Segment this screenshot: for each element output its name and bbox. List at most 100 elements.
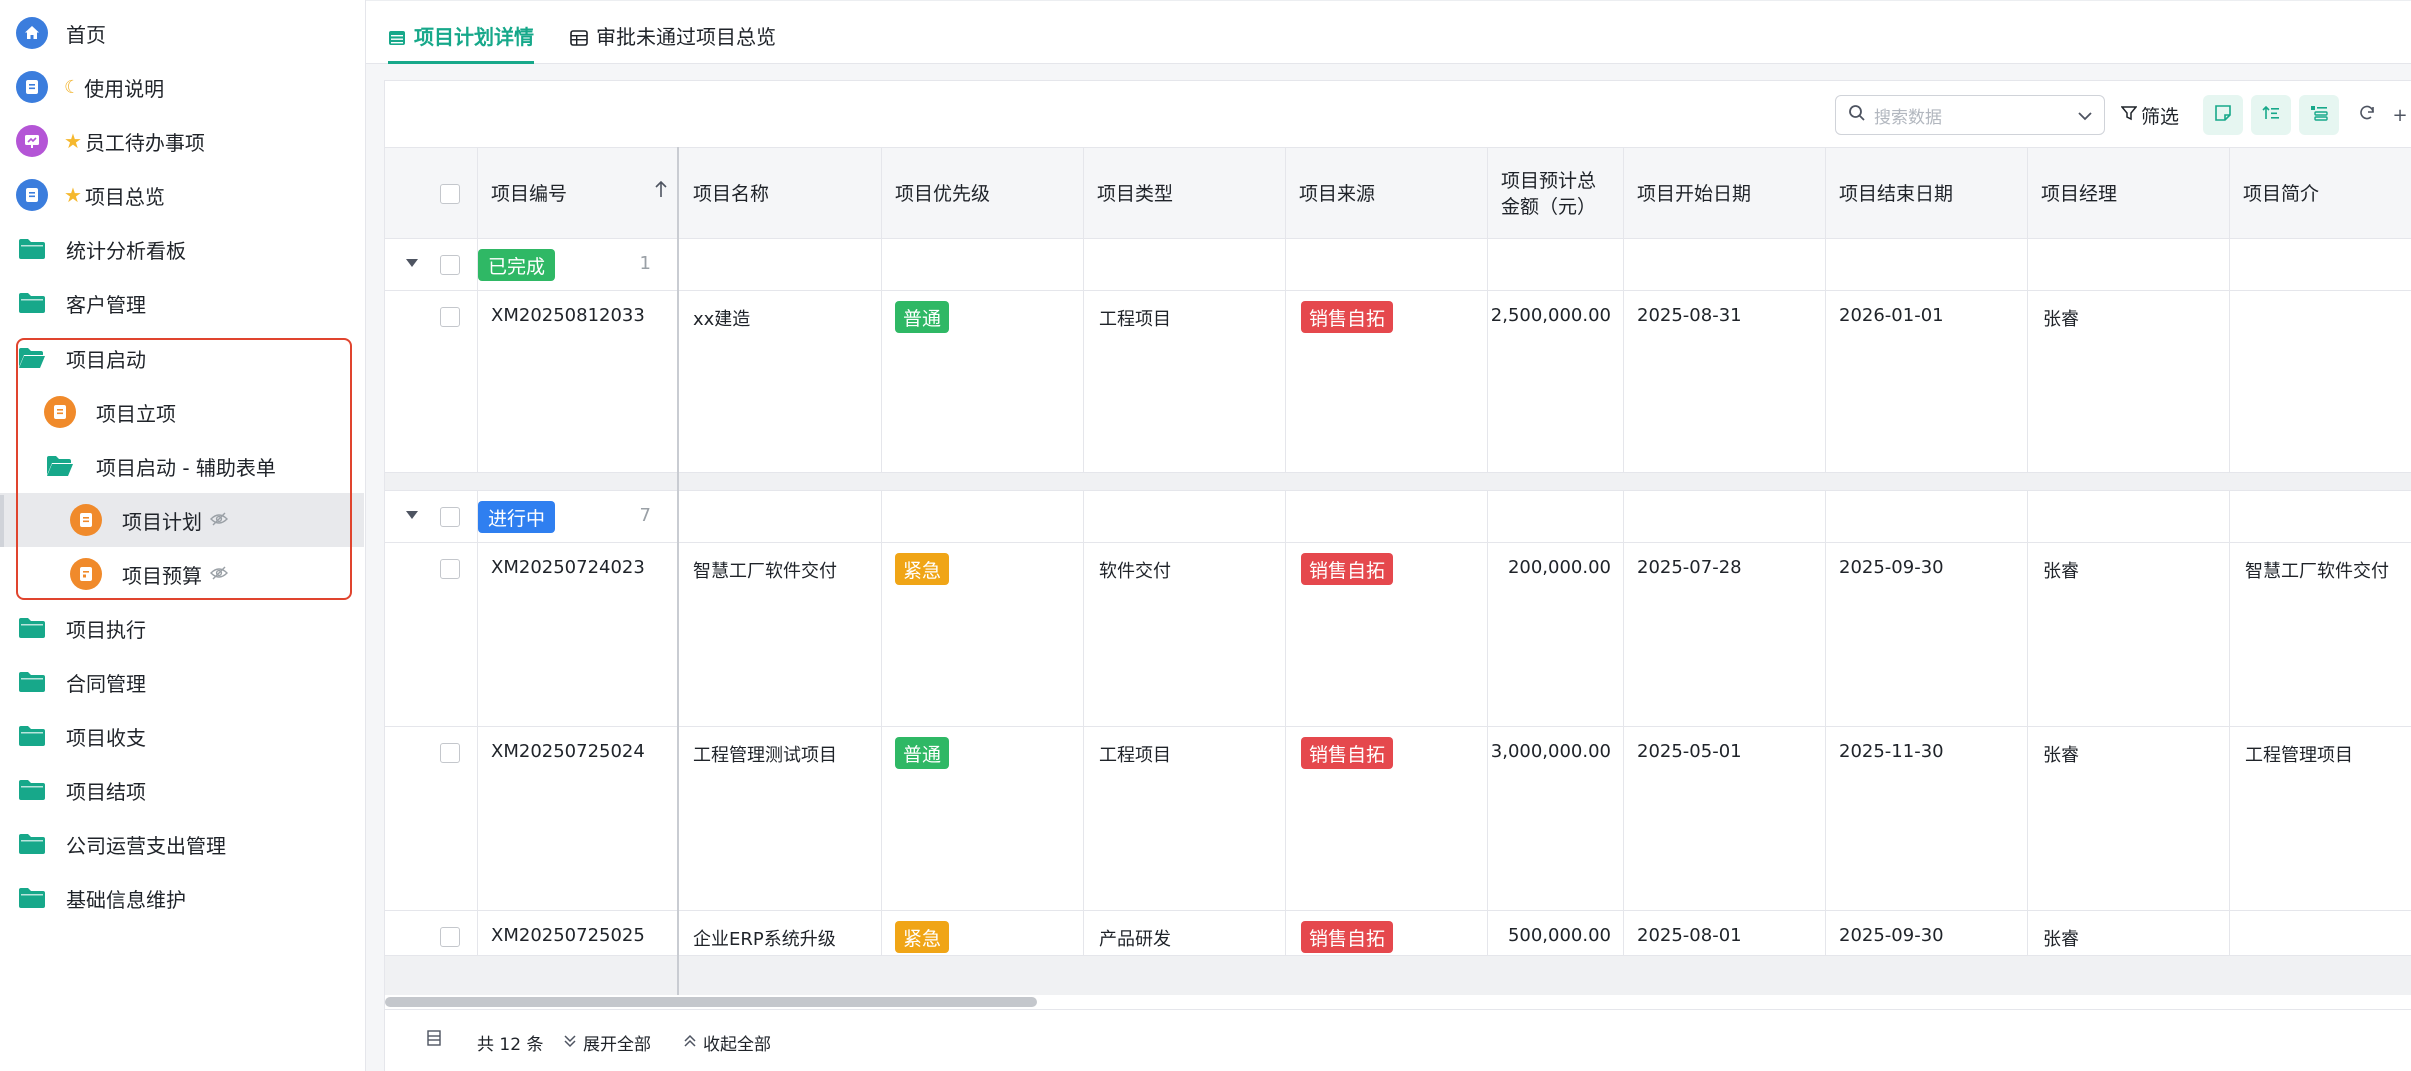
sidebar-item-employee-todo[interactable]: ★ 员工待办事项 xyxy=(0,114,364,168)
sort-button[interactable] xyxy=(2251,95,2291,135)
sort-ascending-icon[interactable] xyxy=(655,180,667,203)
frozen-column-divider xyxy=(677,147,679,997)
sidebar-item-analytics[interactable]: 统计分析看板 xyxy=(0,222,364,276)
sidebar-item-home[interactable]: 首页 xyxy=(0,6,364,60)
double-chevron-up-icon xyxy=(683,1033,697,1052)
folder-icon xyxy=(16,666,48,698)
sidebar-item-instructions[interactable]: ☾ 使用说明 xyxy=(0,60,364,114)
table-bottom-band xyxy=(385,955,2411,997)
refresh-button[interactable] xyxy=(2347,95,2387,135)
row-checkbox[interactable] xyxy=(440,559,460,579)
cell-start-date: 2025-08-31 xyxy=(1637,305,1742,326)
search-box[interactable]: 搜索数据 xyxy=(1835,95,2105,135)
cell-manager: 张睿 xyxy=(2043,929,2079,950)
cell-name: xx建造 xyxy=(693,309,751,330)
table-row[interactable]: XM20250724023 智慧工厂软件交付 紧急 软件交付 销售自拓 200,… xyxy=(385,543,2411,727)
folder-icon xyxy=(16,720,48,752)
sidebar-item-project-plan[interactable]: 项目计划 xyxy=(0,493,364,547)
column-header-label: 项目编号 xyxy=(491,183,568,205)
star-icon: ★ xyxy=(64,129,82,153)
note-icon xyxy=(2214,104,2232,127)
row-checkbox[interactable] xyxy=(440,927,460,947)
column-header-amount[interactable]: 项目预计总金额（元） xyxy=(1487,148,1623,240)
sidebar-item-project-execution[interactable]: 项目执行 xyxy=(0,601,364,655)
cell-id: XM20250725025 xyxy=(491,925,645,946)
column-header-end-date[interactable]: 项目结束日期 xyxy=(1825,148,2027,240)
column-header-label: 项目名称 xyxy=(693,183,770,205)
app-root: 首页 ☾ 使用说明 ★ 员工待办事项 ★ 项目总览 统计分析看板 客户管理 项目… xyxy=(0,0,2411,1071)
column-header-source[interactable]: 项目来源 xyxy=(1285,148,1487,240)
cell-start-date: 2025-07-28 xyxy=(1637,557,1742,578)
column-header-label: 项目结束日期 xyxy=(1839,183,1954,205)
sidebar-item-contracts[interactable]: 合同管理 xyxy=(0,655,364,709)
group-button[interactable] xyxy=(2299,95,2339,135)
cell-type: 产品研发 xyxy=(1099,929,1171,950)
cell-type: 软件交付 xyxy=(1099,561,1171,582)
filter-button[interactable]: 筛选 xyxy=(2120,95,2179,135)
sidebar-item-customers[interactable]: 客户管理 xyxy=(0,276,364,330)
caret-down-icon[interactable] xyxy=(405,505,419,524)
column-header-name[interactable]: 项目名称 xyxy=(679,148,881,240)
priority-tag: 普通 xyxy=(895,301,950,333)
column-header-priority[interactable]: 项目优先级 xyxy=(881,148,1083,240)
budget-icon xyxy=(70,558,102,590)
horizontal-scrollbar-thumb[interactable] xyxy=(385,997,1037,1007)
collapse-all-button[interactable]: 收起全部 xyxy=(683,1030,771,1055)
sidebar-item-label: 项目启动 - 辅助表单 xyxy=(96,455,276,480)
sidebar-item-label: 项目计划 xyxy=(122,509,202,534)
column-header-label: 项目类型 xyxy=(1097,183,1174,205)
group-count: 1 xyxy=(639,253,651,274)
tab-project-plan-details[interactable]: 项目计划详情 xyxy=(388,9,534,65)
table-row[interactable]: XM20250812033 xx建造 普通 工程项目 销售自拓 2,500,00… xyxy=(385,291,2411,473)
column-header-manager[interactable]: 项目经理 xyxy=(2027,148,2229,240)
column-header-intro[interactable]: 项目简介 xyxy=(2229,148,2411,240)
group-checkbox[interactable] xyxy=(440,507,460,527)
sidebar-item-label: 公司运营支出管理 xyxy=(66,833,226,858)
caret-down-icon[interactable] xyxy=(405,253,419,272)
column-header-id[interactable]: 项目编号 xyxy=(477,148,677,240)
table-icon xyxy=(388,27,406,45)
sidebar-item-label: 项目结项 xyxy=(66,779,146,804)
sidebar-item-label: 项目总览 xyxy=(84,184,165,209)
sidebar-item-project-overview[interactable]: ★ 项目总览 xyxy=(0,168,364,222)
sidebar-item-project-approval[interactable]: 项目立项 xyxy=(0,385,364,439)
moon-icon: ☾ xyxy=(64,76,81,98)
total-count: 共 12 条 xyxy=(477,1035,544,1055)
cell-end-date: 2025-09-30 xyxy=(1839,557,1944,578)
sidebar-item-project-budget[interactable]: 项目预算 xyxy=(0,547,364,601)
row-checkbox[interactable] xyxy=(440,307,460,327)
sidebar-item-income-expense[interactable]: 项目收支 xyxy=(0,709,364,763)
column-header-type[interactable]: 项目类型 xyxy=(1083,148,1285,240)
table-row[interactable]: XM20250725025 企业ERP系统升级 紧急 产品研发 销售自拓 500… xyxy=(385,911,2411,955)
column-header-label: 项目简介 xyxy=(2243,183,2320,205)
search-input[interactable]: 搜索数据 xyxy=(1874,103,2078,128)
priority-tag: 紧急 xyxy=(895,553,950,585)
sidebar-item-project-start-forms[interactable]: 项目启动 - 辅助表单 xyxy=(0,439,364,493)
more-button[interactable]: + xyxy=(2389,95,2411,135)
group-row-completed[interactable]: 已完成 1 xyxy=(385,239,2411,291)
folder-open-icon xyxy=(44,450,76,482)
group-spacer xyxy=(385,473,2411,491)
row-height-button[interactable] xyxy=(427,1030,447,1050)
star-icon: ★ xyxy=(64,183,82,207)
table-row[interactable]: XM20250725024 工程管理测试项目 普通 工程项目 销售自拓 3,00… xyxy=(385,727,2411,911)
row-checkbox[interactable] xyxy=(440,743,460,763)
sidebar-item-operating-expenses[interactable]: 公司运营支出管理 xyxy=(0,817,364,871)
sidebar-item-project-start[interactable]: 项目启动 xyxy=(0,331,364,385)
group-status-badge: 已完成 xyxy=(478,249,556,281)
expand-all-label: 展开全部 xyxy=(583,1035,651,1055)
select-all-checkbox[interactable] xyxy=(440,184,460,204)
group-row-in-progress[interactable]: 进行中 7 xyxy=(385,491,2411,543)
expand-all-button[interactable]: 展开全部 xyxy=(563,1030,651,1055)
sticky-note-button[interactable] xyxy=(2203,95,2243,135)
tab-rejected-overview[interactable]: 审批未通过项目总览 xyxy=(570,9,776,61)
sidebar-item-basic-info[interactable]: 基础信息维护 xyxy=(0,871,364,925)
sidebar-item-label: 员工待办事项 xyxy=(84,130,205,155)
priority-tag: 紧急 xyxy=(895,921,950,953)
sidebar-item-project-closure[interactable]: 项目结项 xyxy=(0,763,364,817)
column-header-start-date[interactable]: 项目开始日期 xyxy=(1623,148,1825,240)
column-header-label: 项目经理 xyxy=(2041,183,2118,205)
cell-type: 工程项目 xyxy=(1099,309,1171,330)
cell-end-date: 2025-09-30 xyxy=(1839,925,1944,946)
group-checkbox[interactable] xyxy=(440,255,460,275)
